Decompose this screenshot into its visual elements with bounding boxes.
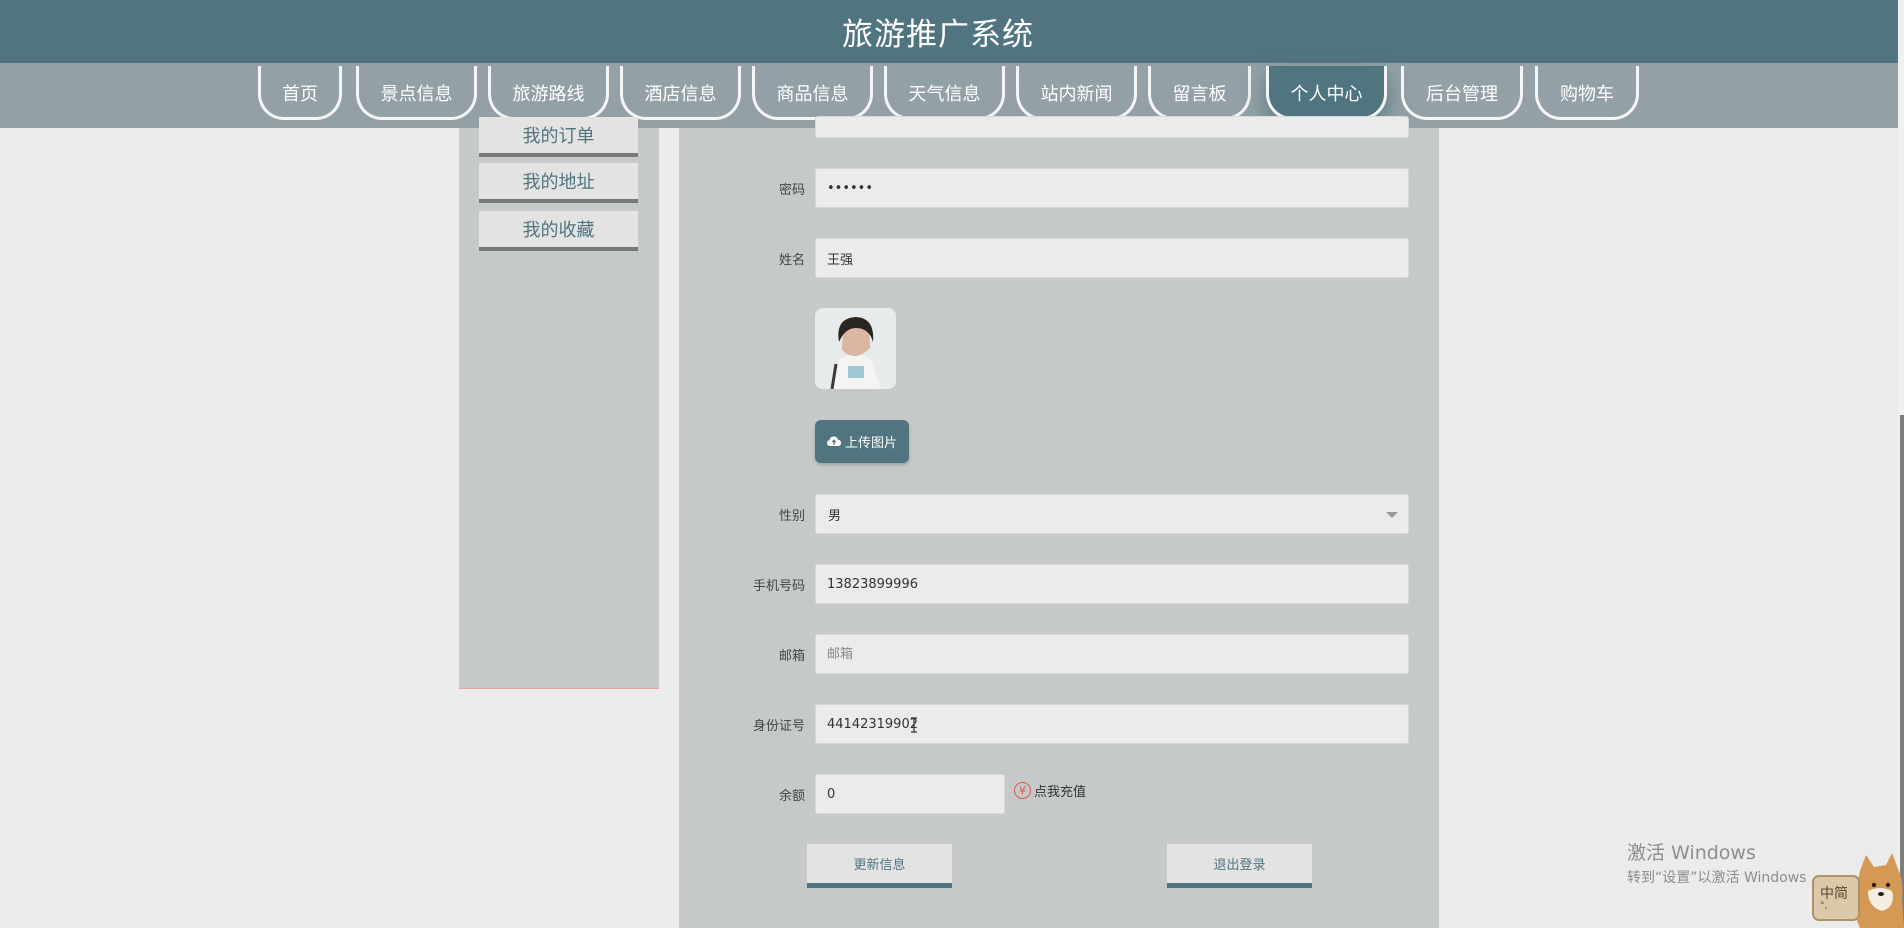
email-field[interactable] bbox=[815, 634, 1409, 674]
balance-label: 余额 bbox=[778, 789, 805, 804]
sidebar-item-favorites[interactable]: 我的收藏 bbox=[479, 211, 638, 251]
upload-image-button[interactable]: 上传图片 bbox=[815, 420, 909, 463]
phone-field[interactable] bbox=[815, 564, 1409, 604]
recharge-label: 点我充值 bbox=[1034, 785, 1087, 800]
gender-selected-value: 男 bbox=[828, 508, 842, 524]
nav-routes[interactable]: 旅游路线 bbox=[488, 66, 609, 120]
id-number-field[interactable] bbox=[815, 704, 1409, 744]
site-title: 旅游推广系统 bbox=[842, 17, 1034, 53]
user-sidebar: 我的订单 我的地址 我的收藏 bbox=[459, 117, 659, 689]
nav-admin[interactable]: 后台管理 bbox=[1401, 66, 1523, 120]
nav-products[interactable]: 商品信息 bbox=[752, 66, 873, 120]
nav-home[interactable]: 首页 bbox=[258, 66, 342, 120]
update-info-button[interactable]: 更新信息 bbox=[807, 844, 952, 888]
site-header: 旅游推广系统 bbox=[0, 0, 1904, 63]
nav-cart[interactable]: 购物车 bbox=[1535, 66, 1639, 120]
nav-weather[interactable]: 天气信息 bbox=[884, 66, 1005, 120]
nav-attractions[interactable]: 景点信息 bbox=[356, 66, 477, 120]
password-field[interactable] bbox=[815, 168, 1409, 208]
logout-button[interactable]: 退出登录 bbox=[1167, 844, 1312, 888]
ime-mode-label: 中简 bbox=[1820, 886, 1848, 902]
yen-icon: ¥ bbox=[1014, 782, 1031, 799]
ime-widget[interactable]: 中简 °, bbox=[1812, 851, 1904, 928]
username-field-partial[interactable] bbox=[815, 116, 1409, 138]
gender-select[interactable]: 男 bbox=[815, 494, 1409, 534]
id-number-label: 身份证号 bbox=[752, 719, 805, 734]
ime-mode-indicator[interactable]: 中简 °, bbox=[1812, 875, 1860, 921]
name-field[interactable] bbox=[815, 238, 1409, 278]
sidebar-item-orders[interactable]: 我的订单 bbox=[479, 117, 638, 157]
nav-hotels[interactable]: 酒店信息 bbox=[620, 66, 741, 120]
windows-activation-watermark: 激活 Windows 转到“设置”以激活 Windows bbox=[1627, 838, 1806, 887]
profile-form-panel: 密码 姓名 上传图片 性别 男 手机号码 邮箱 身份证号 余额 ¥ bbox=[679, 116, 1439, 928]
cloud-upload-icon bbox=[826, 436, 841, 446]
caret-down-icon bbox=[1386, 512, 1398, 518]
balance-field[interactable] bbox=[815, 774, 1005, 814]
watermark-title: 激活 Windows bbox=[1627, 842, 1756, 864]
text-cursor-icon bbox=[911, 717, 917, 733]
sidebar-item-addresses[interactable]: 我的地址 bbox=[479, 163, 638, 203]
nav-news[interactable]: 站内新闻 bbox=[1016, 66, 1137, 120]
email-label: 邮箱 bbox=[778, 649, 805, 664]
upload-image-label: 上传图片 bbox=[844, 436, 897, 451]
recharge-link[interactable]: ¥ 点我充值 bbox=[1014, 781, 1086, 800]
name-label: 姓名 bbox=[778, 253, 805, 268]
password-label: 密码 bbox=[778, 183, 805, 198]
watermark-subtitle: 转到“设置”以激活 Windows bbox=[1627, 870, 1807, 886]
nav-personal-center[interactable]: 个人中心 bbox=[1266, 66, 1387, 120]
avatar-image bbox=[815, 308, 896, 389]
gender-label: 性别 bbox=[778, 509, 805, 524]
ime-punctuation-mode: °, bbox=[1820, 901, 1828, 911]
avatar bbox=[815, 308, 896, 389]
phone-label: 手机号码 bbox=[752, 579, 805, 594]
nav-message-board[interactable]: 留言板 bbox=[1148, 66, 1251, 120]
